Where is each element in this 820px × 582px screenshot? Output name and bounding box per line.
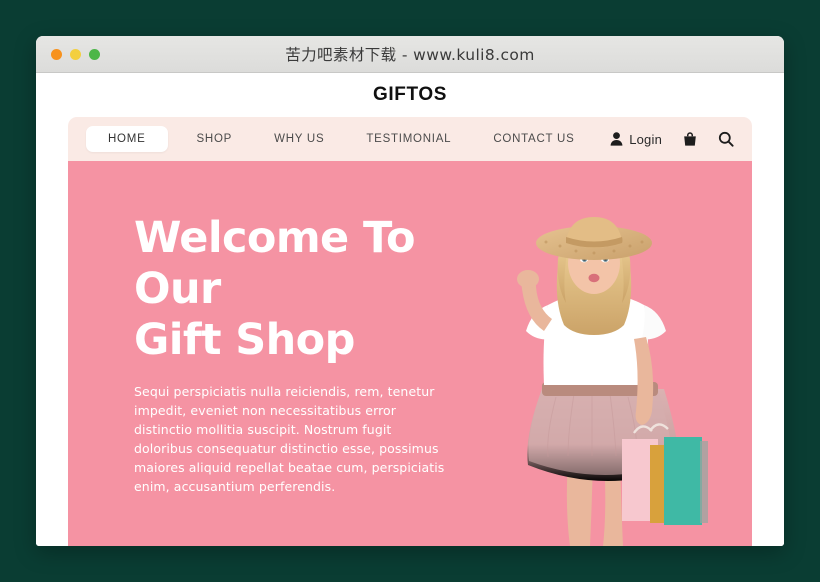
nav-links: HOME SHOP WHY US TESTIMONIAL CONTACT US	[86, 126, 588, 152]
shopping-bags	[622, 423, 708, 525]
navbar-wrapper: HOME SHOP WHY US TESTIMONIAL CONTACT US	[36, 117, 784, 161]
site-logo[interactable]: GIFTOS	[373, 84, 447, 106]
hero-title-line-3: Gift Shop	[134, 315, 355, 365]
user-icon	[610, 132, 623, 146]
window-controls	[51, 48, 100, 60]
shopping-bag-icon[interactable]	[682, 131, 698, 147]
close-button[interactable]	[51, 48, 62, 60]
desktop-background: 苦力吧素材下载 - www.kuli8.com GIFTOS HOME SHOP…	[0, 0, 820, 582]
browser-window: 苦力吧素材下载 - www.kuli8.com GIFTOS HOME SHOP…	[36, 36, 784, 546]
search-icon[interactable]	[718, 131, 734, 147]
nav-item-why-us[interactable]: WHY US	[261, 126, 337, 152]
hero-title: Welcome To Our Gift Shop	[134, 213, 446, 366]
hero-image-girl-with-shopping-bags	[464, 201, 724, 546]
maximize-button[interactable]	[89, 48, 100, 60]
nav-item-shop[interactable]: SHOP	[184, 126, 246, 152]
minimize-button[interactable]	[70, 48, 81, 60]
window-titlebar: 苦力吧素材下载 - www.kuli8.com	[36, 36, 784, 73]
login-label: Login	[629, 131, 662, 147]
nav-item-home[interactable]: HOME	[86, 126, 168, 152]
hero-copy: Welcome To Our Gift Shop Sequi perspicia…	[134, 213, 446, 496]
hero-title-line-2: Our	[134, 264, 221, 314]
nav-actions: Login	[610, 131, 738, 147]
hero-section: Welcome To Our Gift Shop Sequi perspicia…	[68, 161, 752, 546]
window-title: 苦力吧素材下载 - www.kuli8.com	[285, 46, 535, 64]
hero-title-line-1: Welcome To	[134, 213, 416, 263]
brand-row: GIFTOS	[36, 73, 784, 117]
nav-item-testimonial[interactable]: TESTIMONIAL	[353, 126, 464, 152]
nav-item-contact-us[interactable]: CONTACT US	[480, 126, 587, 152]
hero-paragraph: Sequi perspiciatis nulla reiciendis, rem…	[134, 384, 445, 494]
login-button[interactable]: Login	[610, 132, 662, 147]
main-navigation: HOME SHOP WHY US TESTIMONIAL CONTACT US	[68, 117, 752, 161]
page-viewport: GIFTOS HOME SHOP WHY US TESTIMONIAL CONT…	[36, 73, 784, 546]
